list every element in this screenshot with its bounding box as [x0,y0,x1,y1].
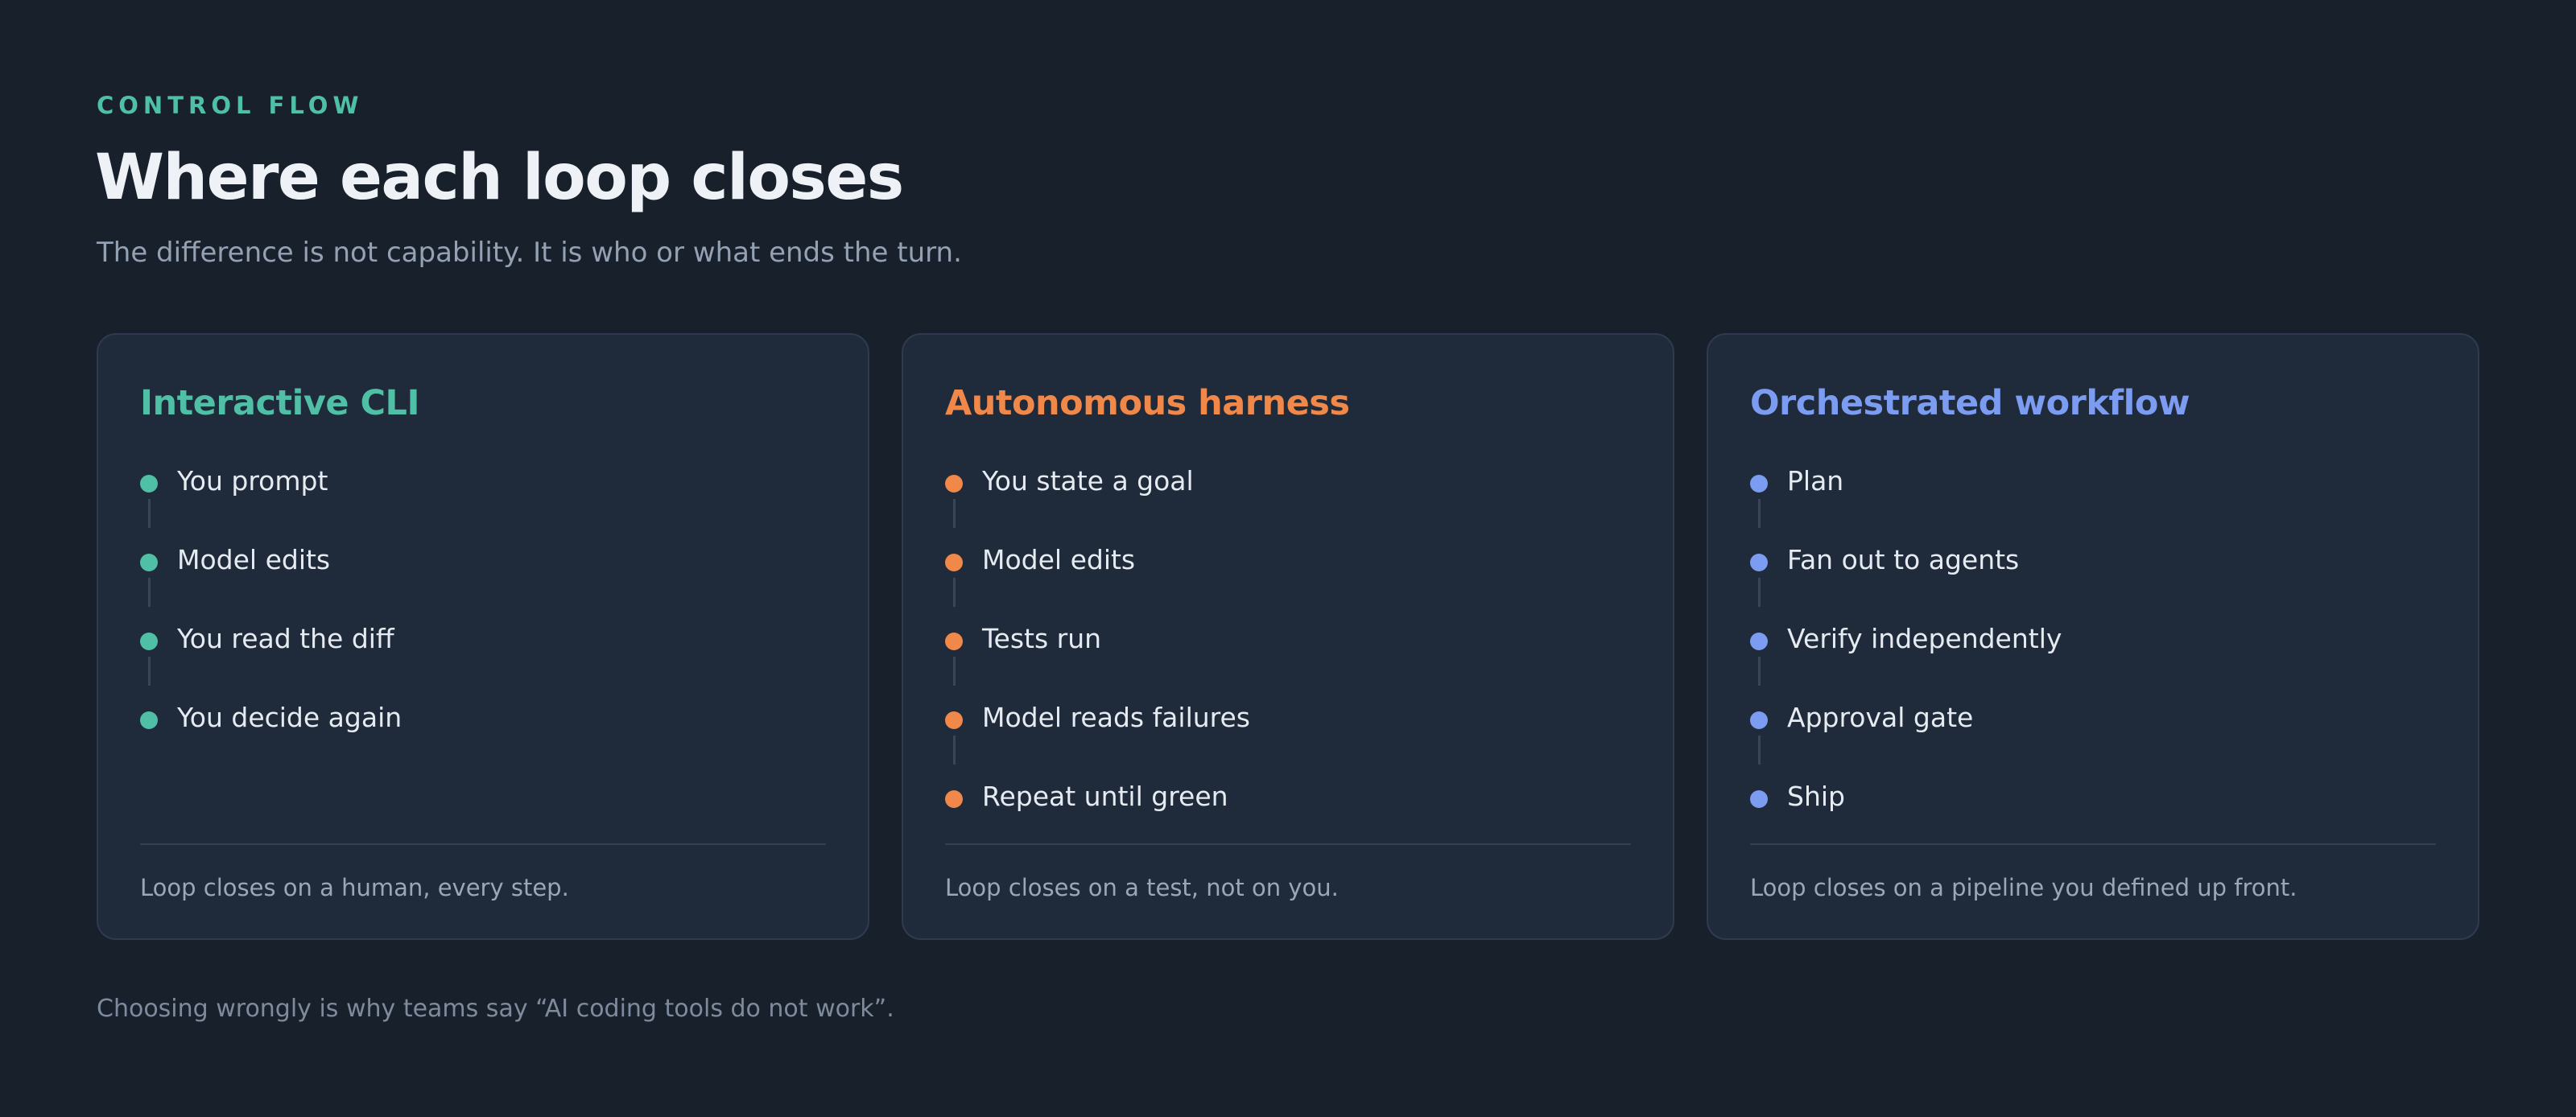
bullet-dot-icon [140,711,158,729]
bullet-dot-icon [1750,554,1768,571]
step-label: You prompt [177,465,328,497]
bullet-dot-icon [945,475,963,493]
bullet-dot-icon [945,711,963,729]
step-label: Ship [1787,781,1845,812]
card-orchestrated-workflow: Orchestrated workflow Plan Fan out to ag… [1707,333,2479,940]
bullet-dot-icon [1750,633,1768,650]
connector-line [953,657,956,686]
bullet-dot-icon [140,554,158,571]
step-label: Plan [1787,465,1844,497]
cards-row: Interactive CLI You prompt Model edits Y… [97,333,2479,940]
bullet-dot-icon [140,633,158,650]
footnote: Choosing wrongly is why teams say “AI co… [97,995,894,1023]
connector-line [148,499,151,528]
card-title: Interactive CLI [140,383,419,423]
connector-line [1758,578,1761,607]
page-title: Where each loop closes [95,142,904,214]
bullet-dot-icon [1750,475,1768,493]
bullet-dot-icon [945,633,963,650]
page-subtitle: The difference is not capability. It is … [97,237,962,269]
card-interactive-cli: Interactive CLI You prompt Model edits Y… [97,333,869,940]
connector-line [953,499,956,528]
card-note: Loop closes on a human, every step. [140,874,569,901]
card-divider [1750,843,2436,845]
step-label: You decide again [177,702,402,733]
step-label: You read the diff [177,623,394,654]
step-label: Verify independently [1787,623,2062,654]
card-note: Loop closes on a test, not on you. [945,874,1339,901]
connector-line [148,578,151,607]
card-autonomous-harness: Autonomous harness You state a goal Mode… [902,333,1674,940]
step-label: Approval gate [1787,702,1974,733]
connector-line [1758,499,1761,528]
connector-line [1758,657,1761,686]
bullet-dot-icon [945,790,963,808]
connector-line [953,578,956,607]
step-label: Model edits [177,544,331,575]
page: CONTROL FLOW Where each loop closes The … [0,0,2576,1117]
step-label: Model reads failures [982,702,1250,733]
step-label: Tests run [982,623,1102,654]
step-label: Repeat until green [982,781,1228,812]
card-title: Autonomous harness [945,383,1350,423]
card-divider [140,843,826,845]
connector-line [953,736,956,765]
bullet-dot-icon [1750,711,1768,729]
bullet-dot-icon [945,554,963,571]
connector-line [1758,736,1761,765]
card-divider [945,843,1631,845]
step-label: You state a goal [982,465,1194,497]
step-label: Fan out to agents [1787,544,2020,575]
step-label: Model edits [982,544,1136,575]
card-note: Loop closes on a pipeline you defined up… [1750,874,2297,901]
bullet-dot-icon [1750,790,1768,808]
bullet-dot-icon [140,475,158,493]
card-title: Orchestrated workflow [1750,383,2190,423]
section-eyebrow: CONTROL FLOW [97,92,364,119]
connector-line [148,657,151,686]
